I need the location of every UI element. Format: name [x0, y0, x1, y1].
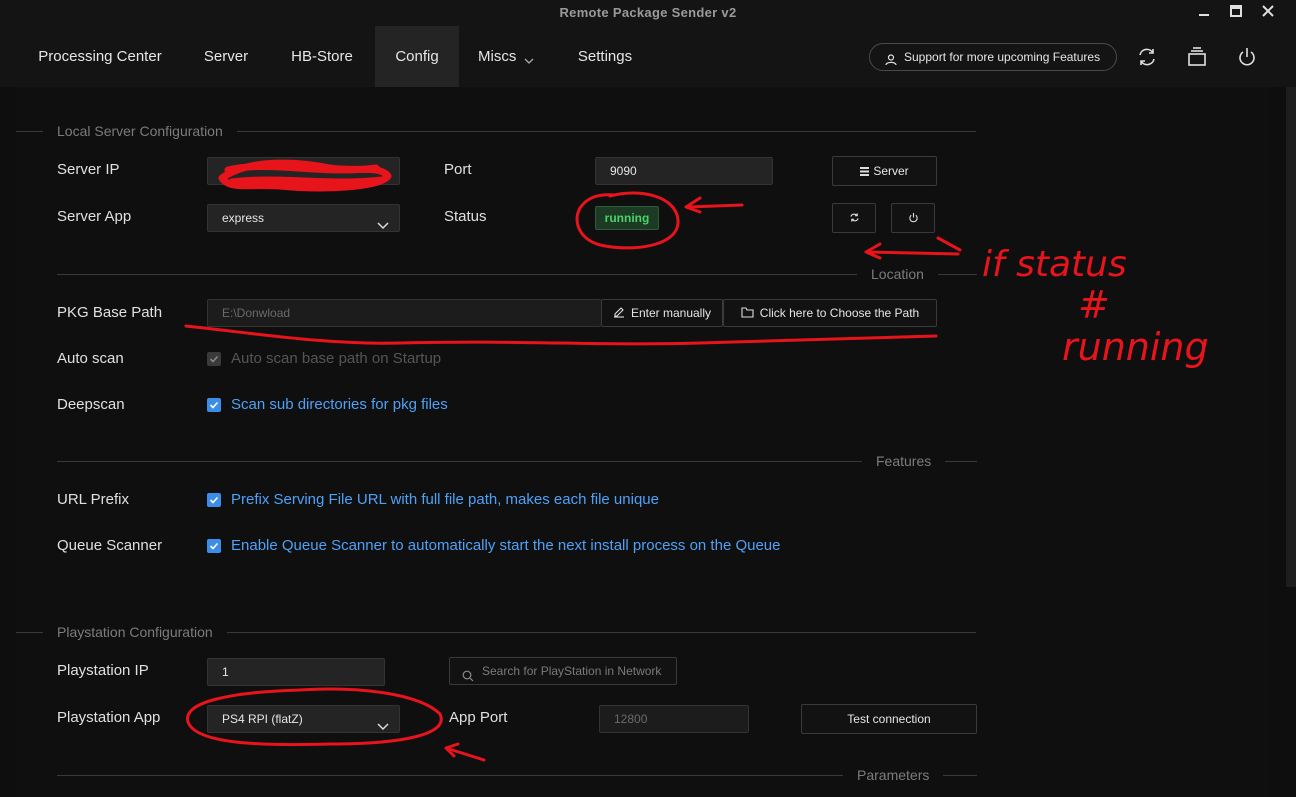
port-label: Port	[444, 161, 472, 178]
playstation-app-label: Playstation App	[57, 709, 161, 726]
url-prefix-checkbox[interactable]	[207, 493, 221, 507]
title-bar: Remote Package Sender v2	[0, 0, 1296, 26]
restart-server-button[interactable]	[832, 203, 876, 233]
user-icon	[884, 50, 898, 66]
config-panel	[16, 87, 1270, 797]
section-title-location: Location	[857, 266, 938, 282]
section-title-local-server: Local Server Configuration	[43, 123, 237, 139]
section-divider	[57, 274, 977, 275]
section-divider	[57, 461, 977, 462]
section-title-playstation: Playstation Configuration	[43, 624, 227, 640]
chevron-down-icon	[377, 714, 389, 731]
server-ip-label: Server IP	[57, 161, 120, 178]
playstation-ip-input[interactable]: 1	[207, 658, 385, 686]
support-label: Support for more upcoming Features	[904, 50, 1101, 64]
port-input[interactable]: 9090	[595, 157, 773, 185]
server-stack-icon	[860, 158, 870, 186]
refresh-icon[interactable]	[1136, 46, 1158, 68]
minimize-icon[interactable]	[1193, 4, 1215, 22]
power-icon	[908, 205, 919, 233]
support-button[interactable]: Support for more upcoming Features	[869, 43, 1117, 71]
playstation-ip-label: Playstation IP	[57, 662, 149, 679]
auto-scan-label: Auto scan	[57, 350, 124, 367]
chevron-down-icon	[524, 52, 534, 70]
playstation-app-select[interactable]: PS4 RPI (flatZ)	[207, 705, 400, 733]
server-app-value: express	[222, 211, 265, 225]
server-app-label: Server App	[57, 208, 132, 225]
auto-scan-checkbox[interactable]	[207, 352, 221, 366]
section-title-parameters: Parameters	[843, 767, 944, 783]
main-navbar: Processing Center Server HB-Store Config…	[0, 26, 1296, 87]
server-ip-input[interactable]	[207, 157, 400, 185]
status-badge: running	[595, 206, 659, 230]
server-button-label: Server	[873, 164, 909, 178]
tab-config[interactable]: Config	[375, 26, 459, 87]
queue-scanner-text[interactable]: Enable Queue Scanner to automatically st…	[231, 537, 781, 554]
test-connection-button[interactable]: Test connection	[801, 704, 977, 734]
deepscan-label: Deepscan	[57, 396, 125, 413]
layers-icon[interactable]	[1186, 46, 1208, 68]
stop-server-button[interactable]	[891, 203, 935, 233]
window-title: Remote Package Sender v2	[559, 5, 737, 20]
pencil-icon	[613, 301, 625, 327]
maximize-icon[interactable]	[1225, 4, 1247, 22]
server-button[interactable]: Server	[832, 156, 937, 186]
chevron-down-icon	[377, 213, 389, 230]
tab-server[interactable]: Server	[186, 26, 266, 87]
status-label: Status	[444, 208, 487, 225]
section-divider	[57, 775, 977, 776]
power-icon[interactable]	[1236, 46, 1258, 68]
close-icon[interactable]	[1257, 4, 1279, 22]
enter-manually-label: Enter manually	[630, 306, 712, 320]
tab-hb-store[interactable]: HB-Store	[272, 26, 372, 87]
choose-path-button[interactable]: Click here to Choose the Path	[723, 299, 937, 327]
scrollbar[interactable]	[1286, 87, 1296, 587]
playstation-app-value: PS4 RPI (flatZ)	[222, 712, 303, 726]
server-app-select[interactable]: express	[207, 204, 400, 232]
tab-miscs[interactable]: Miscs	[462, 26, 522, 87]
pkg-base-path-label: PKG Base Path	[57, 304, 163, 321]
app-port-input[interactable]: 12800	[599, 705, 749, 733]
enter-manually-button[interactable]: Enter manually	[601, 299, 723, 327]
choose-path-label: Click here to Choose the Path	[759, 306, 920, 320]
url-prefix-text[interactable]: Prefix Serving File URL with full file p…	[231, 491, 659, 508]
deepscan-text[interactable]: Scan sub directories for pkg files	[231, 396, 448, 413]
queue-scanner-checkbox[interactable]	[207, 539, 221, 553]
search-icon	[462, 665, 474, 691]
queue-scanner-label: Queue Scanner	[57, 537, 163, 554]
search-placeholder: Search for PlayStation in Network	[482, 664, 662, 678]
app-port-label: App Port	[449, 709, 508, 726]
deepscan-checkbox[interactable]	[207, 398, 221, 412]
section-title-features: Features	[862, 453, 946, 469]
url-prefix-label: URL Prefix	[57, 491, 129, 508]
auto-scan-text: Auto scan base path on Startup	[231, 350, 442, 367]
tab-settings[interactable]: Settings	[560, 26, 650, 87]
tab-processing-center[interactable]: Processing Center	[20, 26, 180, 87]
playstation-search-input[interactable]: Search for PlayStation in Network	[449, 657, 677, 685]
folder-icon	[741, 301, 754, 327]
pkg-base-path-input[interactable]: E:\Donwload	[207, 299, 601, 327]
refresh-icon	[849, 205, 860, 233]
